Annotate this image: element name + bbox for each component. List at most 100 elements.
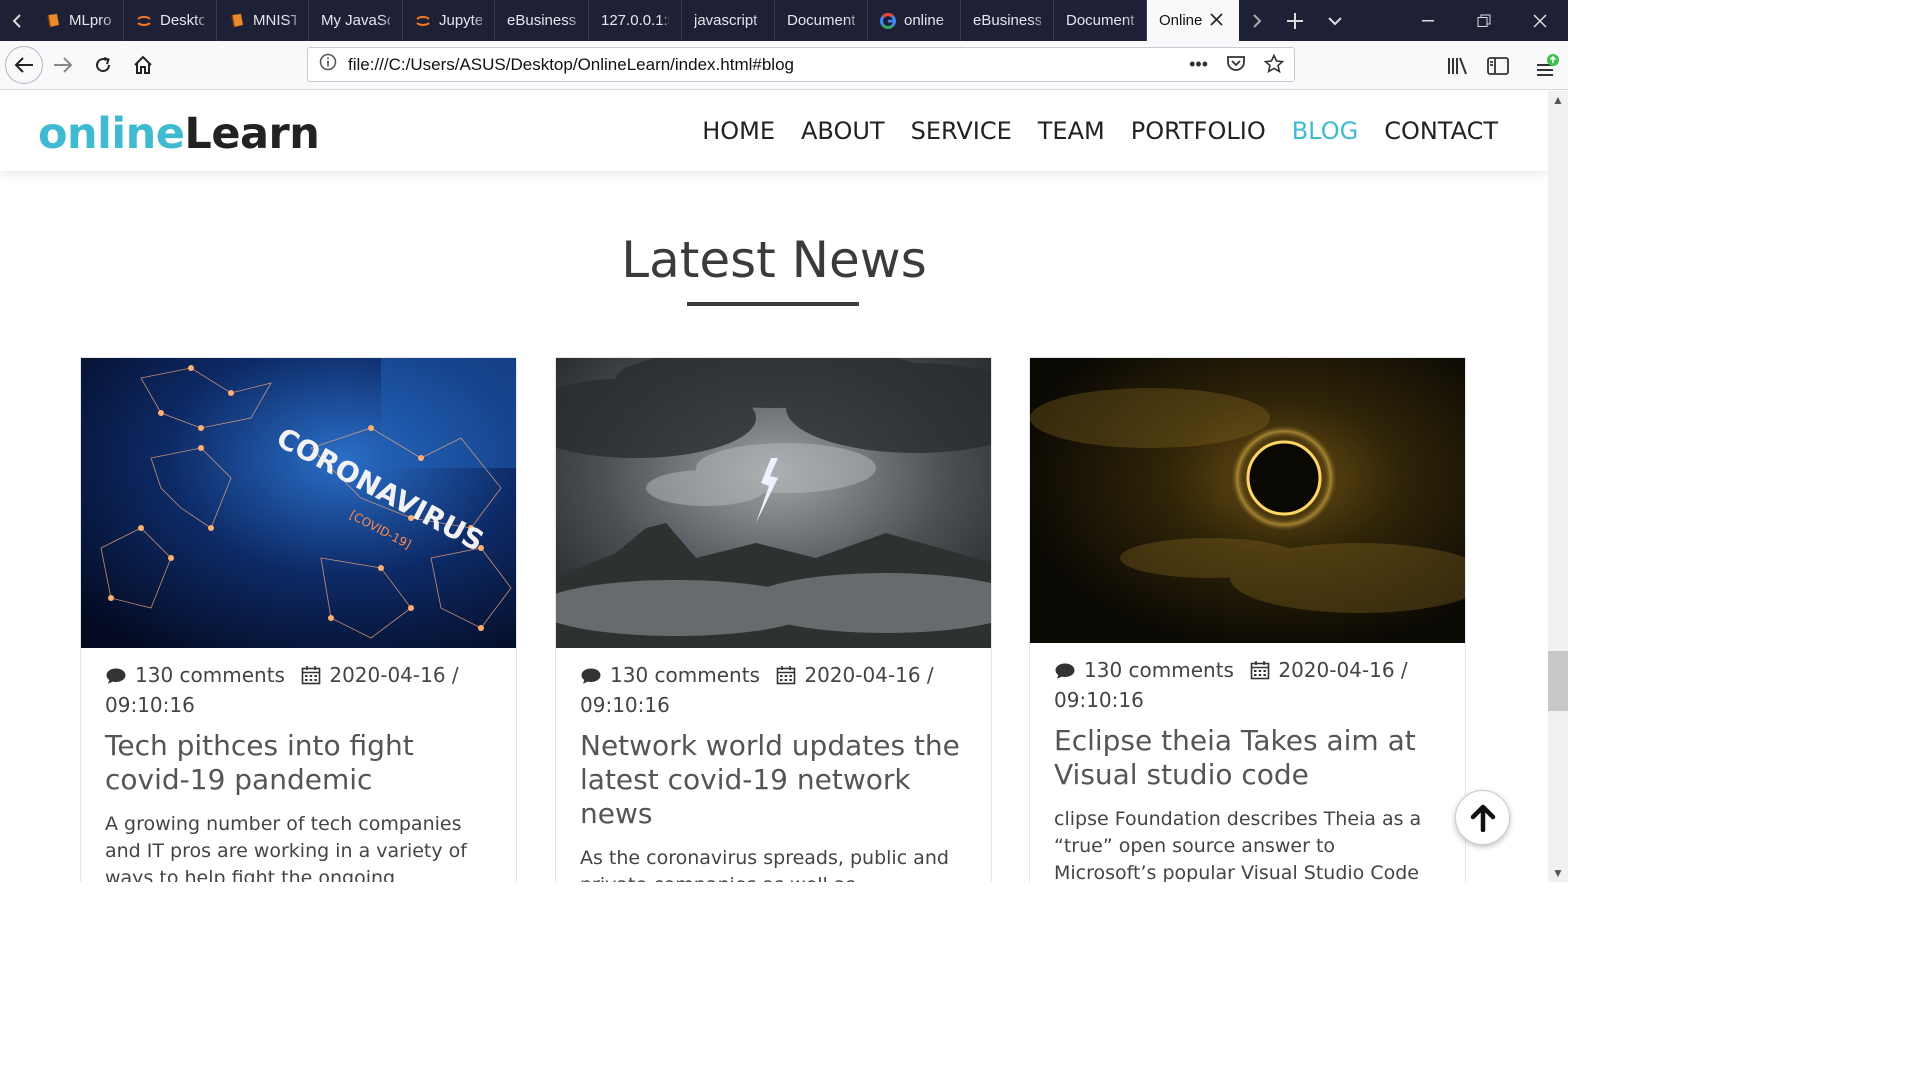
page-scrollbar[interactable]: ▲ ▼	[1548, 91, 1568, 882]
chevron-down-icon	[1328, 16, 1342, 25]
comment-count[interactable]: 130 comments	[135, 663, 285, 687]
url-text[interactable]: file:///C:/Users/ASUS/Desktop/OnlineLear…	[348, 55, 794, 75]
post-date: 2020-04-16 /	[329, 663, 459, 687]
post-excerpt: As the coronavirus spreads, public and p…	[580, 847, 949, 882]
tab-fade	[938, 0, 960, 41]
google-icon	[880, 12, 896, 29]
web-page: onlineLearn HOME ABOUT SERVICE TEAM PORTFOLI…	[0, 91, 1548, 882]
browser-tab[interactable]: eBusiness	[495, 0, 589, 41]
tab-fade	[286, 0, 308, 41]
calendar-icon	[776, 665, 796, 692]
tab-fade	[380, 0, 402, 41]
comment-icon	[1054, 660, 1076, 687]
address-bar[interactable]: file:///C:/Users/ASUS/Desktop/OnlineLear…	[307, 47, 1295, 82]
menu-item-home[interactable]: HOME	[702, 117, 775, 145]
library-icon	[1448, 57, 1467, 74]
browser-tab[interactable]: Online	[1147, 0, 1239, 41]
menu-item-portfolio[interactable]: PORTFOLIO	[1131, 117, 1266, 145]
tab-fade	[472, 0, 494, 41]
home-button[interactable]	[123, 45, 163, 85]
restore-button[interactable]	[1456, 0, 1512, 41]
post-excerpt: A growing number of tech companies and I…	[105, 813, 467, 882]
site-header: onlineLearn HOME ABOUT SERVICE TEAM PORTFOLI…	[0, 91, 1548, 171]
browser-tab[interactable]: Document	[1054, 0, 1147, 41]
new-tab-button[interactable]	[1275, 0, 1315, 41]
browser-tab[interactable]: Document	[775, 0, 868, 41]
arrow-right-icon	[54, 57, 73, 73]
close-window-button[interactable]	[1512, 0, 1568, 41]
menu-item-contact[interactable]: CONTACT	[1384, 117, 1498, 145]
calendar-icon	[1250, 660, 1270, 687]
post-title[interactable]: Tech pithces into fight covid-19 pandemi…	[81, 719, 516, 797]
menu-item-blog[interactable]: BLOG	[1292, 117, 1358, 145]
minimize-icon	[1422, 19, 1434, 21]
back-to-top-button[interactable]	[1455, 790, 1510, 845]
tab-fade	[752, 0, 774, 41]
post-title[interactable]: Eclipse theia Takes aim at Visual studio…	[1030, 714, 1465, 792]
post-meta: 130 comments 2020-04-16 / 09:10:16	[81, 648, 516, 719]
list-all-tabs-button[interactable]	[1315, 0, 1355, 41]
post-meta: 130 comments 2020-04-16 / 09:10:16	[556, 648, 991, 719]
blog-card[interactable]: CORONAVIRUS [COVID-19] 130 comments 2020…	[80, 357, 517, 882]
jupyter-icon	[415, 13, 431, 29]
app-menu-button[interactable]	[1535, 41, 1561, 90]
post-time: 09:10:16	[580, 693, 670, 717]
minimize-button[interactable]	[1400, 0, 1456, 41]
browser-tab[interactable]: Jupyte	[403, 0, 495, 41]
post-excerpt: clipse Foundation describes Theia as a “…	[1054, 808, 1422, 882]
browser-tab[interactable]: MNIST	[217, 0, 309, 41]
post-image-storm[interactable]	[556, 358, 991, 648]
comment-icon	[580, 665, 602, 692]
tab-fade	[1124, 0, 1146, 41]
comment-count[interactable]: 130 comments	[1084, 658, 1234, 682]
tab-fade	[101, 0, 123, 41]
menu-item-service[interactable]: SERVICE	[911, 117, 1012, 145]
scrollbar-thumb[interactable]	[1548, 651, 1568, 711]
reload-button[interactable]	[83, 45, 123, 85]
site-logo[interactable]: onlineLearn	[38, 109, 320, 159]
menu-item-team[interactable]: TEAM	[1038, 117, 1105, 145]
info-icon[interactable]	[308, 53, 348, 76]
blog-card[interactable]: 130 comments 2020-04-16 / 09:10:16 Eclip…	[1029, 357, 1466, 882]
post-image-coronavirus[interactable]: CORONAVIRUS [COVID-19]	[81, 358, 516, 648]
post-title[interactable]: Network world updates the latest covid-1…	[556, 719, 991, 831]
scroll-up-arrow-icon[interactable]: ▲	[1548, 93, 1568, 107]
menu-item-about[interactable]: ABOUT	[801, 117, 885, 145]
blog-card[interactable]: 130 comments 2020-04-16 / 09:10:16 Netwo…	[555, 357, 992, 882]
tab-fade	[845, 0, 867, 41]
post-date: 2020-04-16 /	[1278, 658, 1408, 682]
plus-icon	[1287, 12, 1303, 29]
bookmark-star-icon[interactable]	[1264, 54, 1284, 74]
sidebar-toggle-button[interactable]	[1487, 41, 1509, 90]
home-icon	[134, 55, 152, 74]
scroll-tabs-right-button[interactable]	[1239, 0, 1275, 41]
title-underline	[687, 302, 859, 306]
calendar-icon	[301, 665, 321, 692]
browser-tab[interactable]: MLpro	[33, 0, 124, 41]
close-icon	[1533, 13, 1547, 28]
browser-tab[interactable]: online	[868, 0, 961, 41]
tab-label: Online	[1159, 12, 1203, 29]
library-button[interactable]	[1447, 41, 1469, 90]
browser-tab[interactable]: Deskto	[124, 0, 217, 41]
close-tab-icon[interactable]	[1210, 10, 1223, 31]
browser-tab[interactable]: eBusiness	[961, 0, 1054, 41]
post-date: 2020-04-16 /	[804, 663, 934, 687]
tab-label: javascript	[694, 12, 758, 29]
back-button[interactable]	[5, 46, 43, 84]
scroll-down-arrow-icon[interactable]: ▼	[1548, 866, 1568, 880]
scroll-tabs-left-button[interactable]	[0, 0, 33, 41]
main-menu: HOME ABOUT SERVICE TEAM PORTFOLIO BLOG CONTACT	[702, 117, 1498, 145]
pocket-icon[interactable]	[1226, 54, 1246, 72]
logo-part-learn: Learn	[184, 109, 320, 159]
browser-tab[interactable]: javascript	[682, 0, 775, 41]
hamburger-menu-icon	[1537, 53, 1559, 76]
post-image-eclipse[interactable]	[1030, 358, 1465, 643]
sidebar-icon	[1487, 56, 1509, 75]
forward-button[interactable]	[43, 45, 83, 85]
browser-navigation-bar: file:///C:/Users/ASUS/Desktop/OnlineLear…	[0, 41, 1568, 90]
browser-tab[interactable]: My JavaSc	[309, 0, 403, 41]
page-actions-icon[interactable]: •••	[1189, 54, 1208, 75]
comment-count[interactable]: 130 comments	[610, 663, 760, 687]
browser-tab[interactable]: 127.0.0.1:5	[589, 0, 682, 41]
